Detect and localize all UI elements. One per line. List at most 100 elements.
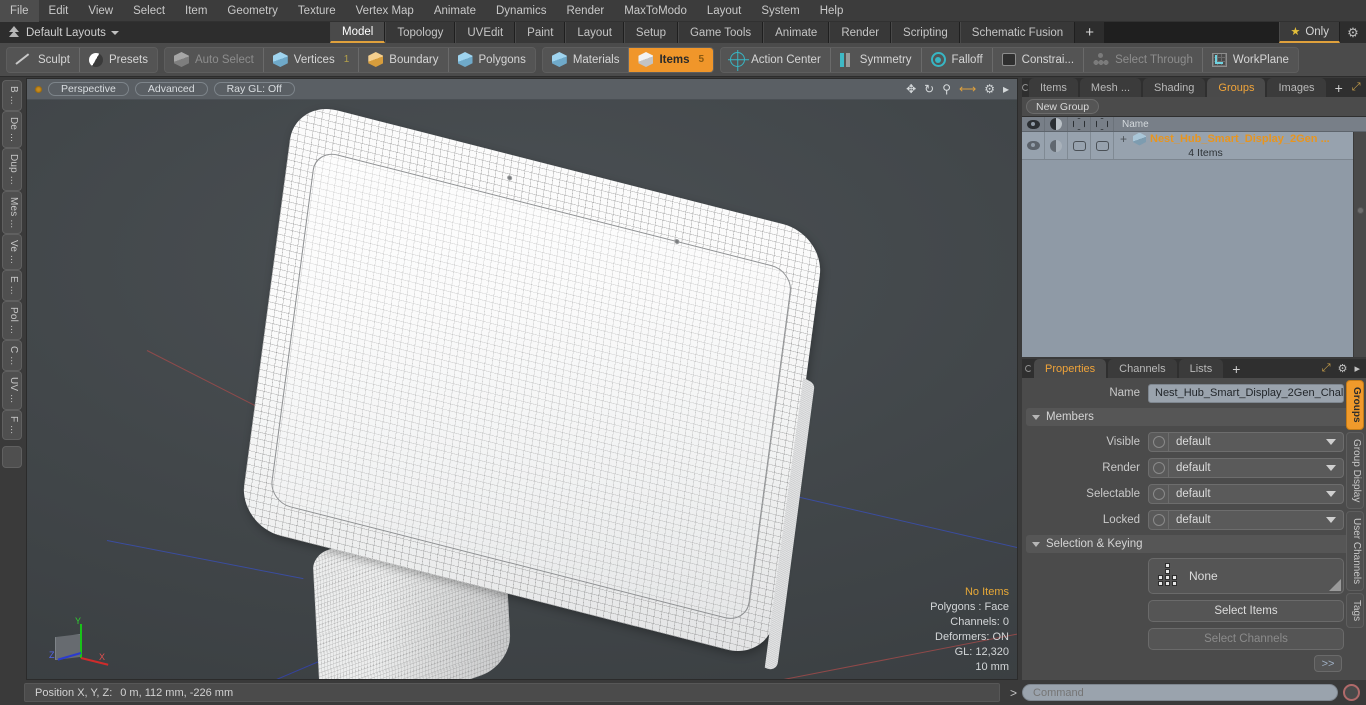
- left-rail-tab-polygon[interactable]: Pol ...: [2, 300, 22, 340]
- groups-list-scrollbar[interactable]: [1353, 132, 1366, 357]
- panel-tab-items[interactable]: Items: [1029, 78, 1078, 97]
- left-rail-tab-fusion[interactable]: F ...: [2, 409, 22, 440]
- expand-icon[interactable]: ⤢: [1322, 362, 1331, 375]
- tab-animate[interactable]: Animate: [763, 22, 830, 43]
- polygons-button[interactable]: Polygons: [448, 47, 535, 72]
- column-solid[interactable]: [1091, 117, 1114, 131]
- select-through-button[interactable]: Select Through: [1084, 47, 1203, 72]
- menu-item-system[interactable]: System: [751, 0, 809, 22]
- viewport-shading-selector[interactable]: Advanced: [134, 82, 208, 96]
- tab-scripting[interactable]: Scripting: [891, 22, 960, 43]
- menu-item-file[interactable]: File: [0, 0, 39, 22]
- chevron-right-icon[interactable]: ▸: [1003, 82, 1009, 96]
- column-shading[interactable]: [1045, 117, 1068, 131]
- right-rail-tab-user-channels[interactable]: User Channels: [1346, 510, 1364, 592]
- left-rail-tab-deform[interactable]: De ...: [2, 110, 22, 148]
- gear-icon[interactable]: ⚙: [984, 82, 995, 96]
- left-rail-tab-uv[interactable]: UV ...: [2, 371, 22, 410]
- new-group-button[interactable]: New Group: [1026, 99, 1100, 114]
- panel-add-tab-button[interactable]: +: [1328, 78, 1350, 97]
- gear-icon[interactable]: ⚙: [1338, 362, 1348, 375]
- menu-item-render[interactable]: Render: [556, 0, 614, 22]
- selectable-dropdown[interactable]: default: [1148, 484, 1344, 504]
- left-rail-tab-duplicate[interactable]: Dup ...: [2, 147, 22, 191]
- left-rail-tab-basic[interactable]: B ...: [2, 80, 22, 111]
- menu-item-help[interactable]: Help: [810, 0, 854, 22]
- left-rail-extra-panel[interactable]: [2, 445, 22, 468]
- tab-properties[interactable]: Properties: [1034, 359, 1107, 378]
- menu-item-animate[interactable]: Animate: [424, 0, 486, 22]
- select-items-button[interactable]: Select Items: [1148, 600, 1344, 622]
- menu-item-texture[interactable]: Texture: [288, 0, 346, 22]
- visible-dropdown[interactable]: default: [1148, 432, 1344, 452]
- menu-item-dynamics[interactable]: Dynamics: [486, 0, 556, 22]
- command-input[interactable]: [1022, 684, 1338, 701]
- menu-item-select[interactable]: Select: [123, 0, 175, 22]
- gear-icon[interactable]: ⚙: [1340, 22, 1366, 43]
- tab-model[interactable]: Model: [330, 22, 386, 43]
- right-rail-tab-group-display[interactable]: Group Display: [1346, 431, 1364, 509]
- viewport-3d[interactable]: Perspective Advanced Ray GL: Off ✥ ↻ ⚲ ⟷…: [26, 78, 1018, 680]
- locked-dropdown[interactable]: default: [1148, 510, 1344, 530]
- add-tab-button[interactable]: +: [1075, 22, 1104, 43]
- fit-icon[interactable]: ⟷: [959, 82, 976, 96]
- column-visible[interactable]: [1022, 117, 1045, 131]
- only-toggle-button[interactable]: ★ Only: [1279, 22, 1340, 43]
- right-rail-tab-groups[interactable]: Groups: [1346, 380, 1364, 430]
- menu-item-vertex-map[interactable]: Vertex Map: [346, 0, 424, 22]
- groups-list-empty-area[interactable]: [1022, 160, 1366, 357]
- workplane-button[interactable]: WorkPlane: [1202, 47, 1298, 72]
- row-visible-toggle[interactable]: [1022, 132, 1045, 159]
- sculpt-button[interactable]: Sculpt: [7, 47, 80, 72]
- items-button[interactable]: Items 5: [629, 47, 714, 72]
- auto-select-button[interactable]: Auto Select: [164, 47, 264, 72]
- tab-channels[interactable]: Channels: [1108, 359, 1177, 378]
- panel-tab-mesh[interactable]: Mesh ...: [1079, 78, 1142, 97]
- column-wireframe[interactable]: [1068, 117, 1091, 131]
- menu-item-layout[interactable]: Layout: [697, 0, 752, 22]
- selection-set-field[interactable]: None: [1148, 558, 1344, 594]
- mesh-nest-hub-smart-display[interactable]: [27, 99, 1017, 679]
- tab-lists[interactable]: Lists: [1178, 359, 1224, 378]
- name-field[interactable]: Nest_Hub_Smart_Display_2Gen_Chalk: [1148, 383, 1344, 403]
- panel-menu-icon[interactable]: [1022, 359, 1034, 378]
- rotate-icon[interactable]: ↻: [924, 82, 934, 96]
- panel-tab-shading[interactable]: Shading: [1143, 78, 1206, 97]
- panel-tab-images[interactable]: Images: [1267, 78, 1326, 97]
- move-icon[interactable]: ✥: [906, 82, 916, 96]
- falloff-button[interactable]: Falloff: [921, 47, 993, 72]
- tab-paint[interactable]: Paint: [515, 22, 566, 43]
- expand-icon[interactable]: ⤢: [1352, 81, 1361, 94]
- members-section-header[interactable]: Members: [1026, 408, 1362, 426]
- row-shading-toggle[interactable]: [1045, 132, 1068, 159]
- left-rail-tab-mesh[interactable]: Mes ...: [2, 190, 22, 235]
- constraint-button[interactable]: Constrai...: [992, 47, 1085, 72]
- layout-selector[interactable]: Default Layouts: [26, 27, 119, 39]
- viewport-projection-selector[interactable]: Perspective: [48, 82, 129, 96]
- tab-render[interactable]: Render: [829, 22, 892, 43]
- menu-item-maxtomodo[interactable]: MaxToModo: [614, 0, 697, 22]
- more-options-button[interactable]: >>: [1314, 655, 1342, 672]
- row-wireframe-toggle[interactable]: [1068, 132, 1091, 159]
- viewport-raygl-selector[interactable]: Ray GL: Off: [213, 82, 295, 96]
- render-dropdown[interactable]: default: [1148, 458, 1344, 478]
- action-center-button[interactable]: Action Center: [721, 47, 831, 72]
- tab-schematic-fusion[interactable]: Schematic Fusion: [959, 22, 1076, 43]
- tab-layout[interactable]: Layout: [565, 22, 624, 43]
- menu-item-item[interactable]: Item: [175, 0, 217, 22]
- panel-tab-groups[interactable]: Groups: [1207, 78, 1266, 97]
- row-name-cell[interactable]: + Nest_Hub_Smart_Display_2Gen ... 4 Item…: [1114, 132, 1366, 159]
- menu-item-geometry[interactable]: Geometry: [217, 0, 288, 22]
- left-rail-tab-edge[interactable]: E ...: [2, 270, 22, 301]
- left-rail-tab-vertex[interactable]: Ve ...: [2, 234, 22, 271]
- symmetry-button[interactable]: Symmetry: [830, 47, 922, 72]
- tab-topology[interactable]: Topology: [385, 22, 456, 43]
- presets-button[interactable]: Presets: [79, 47, 157, 72]
- table-row[interactable]: + Nest_Hub_Smart_Display_2Gen ... 4 Item…: [1022, 132, 1366, 160]
- properties-add-tab-button[interactable]: +: [1225, 359, 1247, 378]
- menu-item-edit[interactable]: Edit: [39, 0, 79, 22]
- menu-item-view[interactable]: View: [78, 0, 123, 22]
- zoom-icon[interactable]: ⚲: [942, 82, 951, 96]
- materials-button[interactable]: Materials: [542, 47, 630, 72]
- viewport-canvas[interactable]: Y X Z No Items Polygons : Face Channels:…: [27, 99, 1017, 679]
